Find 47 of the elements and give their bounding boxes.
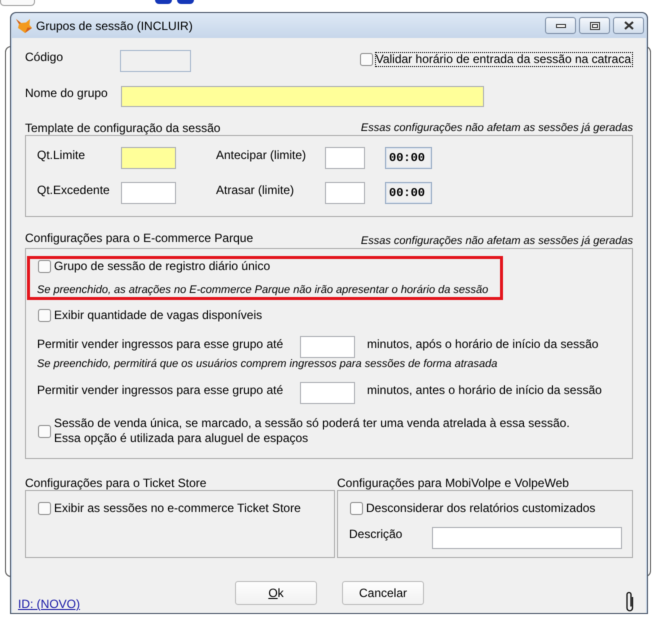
code-label: Código xyxy=(25,50,64,64)
option-checkbox[interactable]: Desconsiderar dos relatórios customizados xyxy=(349,501,598,516)
time-field[interactable]: 00:00 xyxy=(385,182,432,204)
section-title: Template de configuração da sessão xyxy=(25,121,220,135)
quantity-field[interactable] xyxy=(121,182,176,204)
fox-icon xyxy=(15,18,33,34)
minutes-suffix-label: minutos, após o horário de início da sessão xyxy=(367,337,598,351)
minutes-prefix-label: Permitir vender ingressos para esse grupo até xyxy=(37,383,284,397)
minutes-field[interactable] xyxy=(300,336,355,358)
maximize-button[interactable] xyxy=(579,17,610,34)
option-checkbox[interactable]: Exibir as sessões no e-commerce Ticket Store xyxy=(37,501,303,516)
option-checkbox[interactable]: Grupo de sessão de registro diário único xyxy=(37,259,272,274)
paperclip-icon[interactable] xyxy=(625,591,635,613)
section-note: Essas configurações não afetam as sessões já geradas xyxy=(360,234,633,248)
limit-label: Antecipar (limite) xyxy=(216,148,308,162)
group-name-label: Nome do grupo xyxy=(25,86,109,100)
limit-field[interactable] xyxy=(325,182,365,204)
dialog-button[interactable]: Ok xyxy=(235,581,317,605)
description-field[interactable] xyxy=(432,527,622,549)
description-label: Descrição xyxy=(349,527,404,541)
quantity-field[interactable] xyxy=(121,147,176,169)
option-note: Se preenchido, as atrações no E-commerce Parque não irão apresentar o horário da sessão xyxy=(37,284,488,297)
quantity-label: Qt.Excedente xyxy=(37,183,111,197)
minutes-suffix-label: minutos, antes o horário de início da sessão xyxy=(367,383,602,397)
minimize-icon xyxy=(556,24,566,28)
section-note: Essas configurações não afetam as sessões já geradas xyxy=(360,121,633,135)
section-title: Configurações para o E-commerce Parque xyxy=(25,231,254,245)
background-button[interactable] xyxy=(0,0,35,6)
group-name-field[interactable] xyxy=(121,86,484,107)
minutes-prefix-label: Permitir vender ingressos para esse grupo até xyxy=(37,337,284,351)
limit-label: Atrasar (limite) xyxy=(216,183,296,197)
time-field[interactable]: 00:00 xyxy=(385,147,432,169)
close-button[interactable] xyxy=(613,17,644,34)
dialog-button[interactable]: Cancelar xyxy=(342,581,424,605)
record-id-link[interactable]: ID: (NOVO) xyxy=(18,597,80,611)
option-checkbox[interactable]: Sessão de venda única, se marcado, a sessão só poderá ter uma venda atrelada à essa sessão. Essa opção é utilizada para aluguel de espaços xyxy=(37,415,572,447)
section-title: Configurações para o Ticket Store xyxy=(25,476,208,490)
close-icon xyxy=(624,21,634,30)
minutes-field[interactable] xyxy=(300,382,355,404)
window-title: Grupos de sessão (INCLUIR) xyxy=(36,18,193,32)
section-title: Configurações para MobiVolpe e VolpeWeb xyxy=(337,476,570,490)
option-checkbox[interactable]: Exibir quantidade de vagas disponíveis xyxy=(37,308,264,323)
minimize-button[interactable] xyxy=(545,17,576,34)
minutes-note: Se preenchido, permitirá que os usuários comprem ingressos para sessões de forma atrasada xyxy=(37,358,498,371)
quantity-label: Qt.Limite xyxy=(37,148,86,162)
limit-field[interactable] xyxy=(325,147,365,169)
maximize-icon xyxy=(590,22,600,30)
